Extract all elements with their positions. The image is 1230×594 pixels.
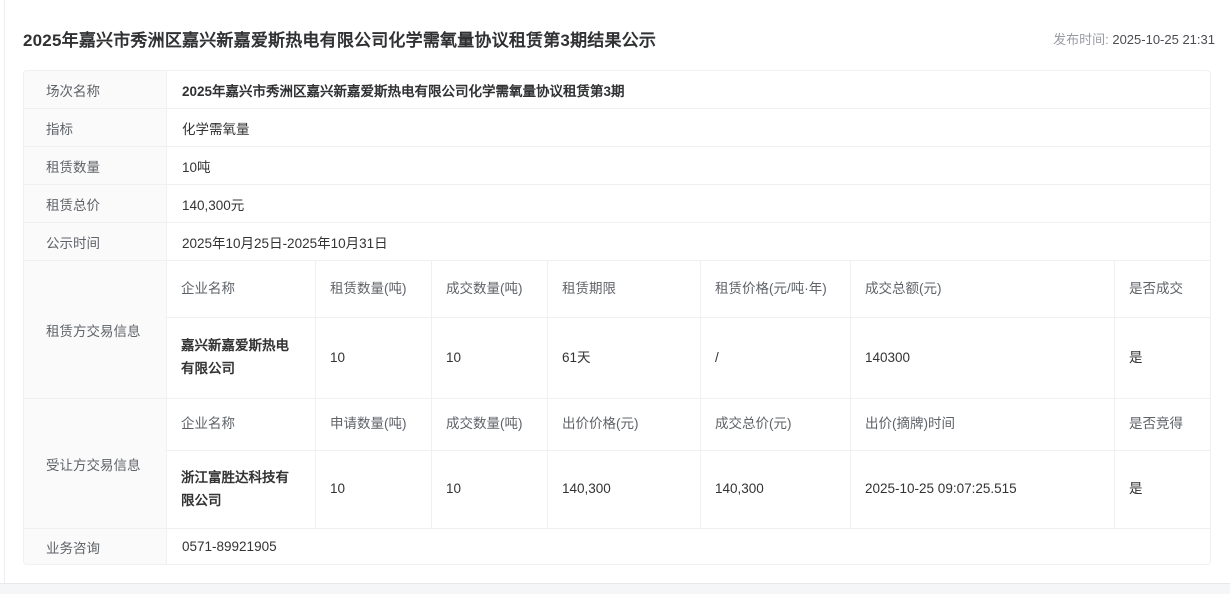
col-header: 成交总额(元): [851, 261, 1115, 317]
transferee-header-row: 企业名称 申请数量(吨) 成交数量(吨) 出价价格(元) 成交总价(元) 出价(…: [167, 399, 1210, 451]
col-header: 申请数量(吨): [316, 399, 432, 450]
row-label: 业务咨询: [24, 529, 167, 564]
table-row-lessor-info: 租赁方交易信息 企业名称 租赁数量(吨) 成交数量(吨) 租赁期限 租赁价格(元…: [24, 261, 1210, 399]
lessor-nested-table: 企业名称 租赁数量(吨) 成交数量(吨) 租赁期限 租赁价格(元/吨·年) 成交…: [167, 261, 1210, 398]
cell-company-name: 嘉兴新嘉爱斯热电有限公司: [167, 318, 316, 398]
page-footer-band: [0, 583, 1230, 594]
row-value: 化学需氧量: [182, 121, 250, 137]
cell-value: /: [701, 318, 851, 398]
col-header: 租赁期限: [548, 261, 701, 317]
table-row-lease-total-price: 租赁总价 140,300元: [24, 185, 1210, 223]
consult-phone-number: 0571-89921905: [182, 539, 277, 554]
cell-value: 10: [316, 451, 432, 528]
lessor-header-row: 企业名称 租赁数量(吨) 成交数量(吨) 租赁期限 租赁价格(元/吨·年) 成交…: [167, 261, 1210, 318]
row-label: 受让方交易信息: [24, 399, 167, 528]
page-header: 2025年嘉兴市秀洲区嘉兴新嘉爱斯热电有限公司化学需氧量协议租赁第3期结果公示 …: [23, 0, 1215, 70]
page-title: 2025年嘉兴市秀洲区嘉兴新嘉爱斯热电有限公司化学需氧量协议租赁第3期结果公示: [23, 30, 657, 50]
result-table: 场次名称 2025年嘉兴市秀洲区嘉兴新嘉爱斯热电有限公司化学需氧量协议租赁第3期…: [23, 70, 1211, 565]
row-value: 140,300元: [182, 197, 245, 213]
table-row-session-name: 场次名称 2025年嘉兴市秀洲区嘉兴新嘉爱斯热电有限公司化学需氧量协议租赁第3期: [24, 71, 1210, 109]
col-header: 是否成交: [1129, 280, 1183, 296]
col-header: 成交数量(吨): [432, 261, 548, 317]
cell-value: 140,300: [701, 451, 851, 528]
table-row-business-consult: 业务咨询 0571-89921905: [24, 529, 1210, 564]
table-row-transferee-info: 受让方交易信息 企业名称 申请数量(吨) 成交数量(吨) 出价价格(元) 成交总…: [24, 399, 1210, 529]
publish-time: 发布时间: 2025-10-25 21:31: [1053, 29, 1215, 48]
col-header: 企业名称: [167, 261, 316, 317]
row-value: 2025年10月25日-2025年10月31日: [182, 235, 388, 251]
row-label: 租赁方交易信息: [24, 261, 167, 398]
page-left-border: [4, 0, 5, 594]
col-header: 成交总价(元): [701, 399, 851, 450]
cell-value: 是: [1129, 349, 1143, 365]
table-row-lease-quantity: 租赁数量 10吨: [24, 147, 1210, 185]
cell-value: 140300: [851, 318, 1115, 398]
cell-value: 是: [1129, 481, 1143, 497]
cell-value: 140,300: [548, 451, 701, 528]
transferee-nested-table: 企业名称 申请数量(吨) 成交数量(吨) 出价价格(元) 成交总价(元) 出价(…: [167, 399, 1210, 528]
col-header: 租赁价格(元/吨·年): [701, 261, 851, 317]
row-label: 公示时间: [24, 223, 167, 260]
publish-time-label: 发布时间:: [1053, 31, 1109, 47]
lessor-data-row: 嘉兴新嘉爱斯热电有限公司 10 10 61天 / 140300 是: [167, 318, 1210, 398]
col-header: 出价价格(元): [548, 399, 701, 450]
row-label: 指标: [24, 109, 167, 146]
row-label: 场次名称: [24, 71, 167, 108]
row-label: 租赁数量: [24, 147, 167, 184]
col-header: 企业名称: [167, 399, 316, 450]
cell-value: 10: [316, 318, 432, 398]
table-row-publicity-period: 公示时间 2025年10月25日-2025年10月31日: [24, 223, 1210, 261]
cell-value: 10: [432, 451, 548, 528]
cell-value: 10: [432, 318, 548, 398]
cell-value: 61天: [548, 318, 701, 398]
announcement-page: 2025年嘉兴市秀洲区嘉兴新嘉爱斯热电有限公司化学需氧量协议租赁第3期结果公示 …: [0, 0, 1230, 594]
col-header: 出价(摘牌)时间: [851, 399, 1115, 450]
row-value: 2025年嘉兴市秀洲区嘉兴新嘉爱斯热电有限公司化学需氧量协议租赁第3期: [182, 83, 625, 99]
cell-company-name: 浙江富胜达科技有限公司: [167, 451, 316, 528]
row-value: 10吨: [182, 159, 211, 175]
col-header: 成交数量(吨): [432, 399, 548, 450]
publish-time-value: 2025-10-25 21:31: [1112, 31, 1215, 47]
col-header: 租赁数量(吨): [316, 261, 432, 317]
table-row-indicator: 指标 化学需氧量: [24, 109, 1210, 147]
cell-value: 2025-10-25 09:07:25.515: [851, 451, 1115, 528]
transferee-data-row: 浙江富胜达科技有限公司 10 10 140,300 140,300 2025-1…: [167, 451, 1210, 528]
row-label: 租赁总价: [24, 185, 167, 222]
col-header: 是否竞得: [1129, 416, 1183, 432]
